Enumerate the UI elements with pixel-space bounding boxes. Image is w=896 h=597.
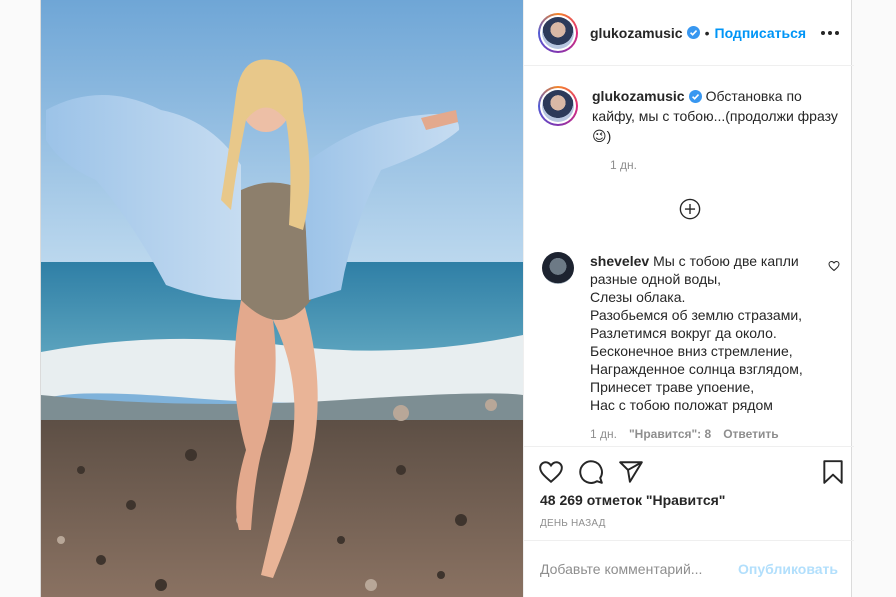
author-username[interactable]: glukozamusic <box>590 25 683 41</box>
verified-badge-icon <box>686 26 700 39</box>
publish-button[interactable]: Опубликовать <box>738 561 838 577</box>
caption-time[interactable]: 1 дн. <box>610 158 637 172</box>
comment-line: Принесет траве упоение, <box>590 379 755 395</box>
post-photo[interactable] <box>41 0 523 597</box>
author-line: glukozamusic • Подписаться <box>590 25 806 41</box>
avatar-image <box>542 90 574 122</box>
save-bookmark-icon[interactable] <box>820 459 846 485</box>
comment-line: Разобьемся об землю стразами, <box>590 307 803 323</box>
comment-item: shevelev Мы с тобою две капли разные одн… <box>538 252 840 443</box>
comment-line: разные одной воды, <box>590 271 722 287</box>
comment-input[interactable] <box>540 561 739 577</box>
caption-avatar[interactable] <box>538 86 578 126</box>
likes-count[interactable]: 48 269 отметок "Нравится" <box>540 492 725 508</box>
caption-username[interactable]: glukozamusic <box>592 88 685 104</box>
avatar-image <box>542 16 574 49</box>
comment-line: Мы с тобою две капли <box>653 253 799 269</box>
posted-time[interactable]: День назад <box>540 518 606 529</box>
comment-time[interactable]: 1 дн. <box>590 425 617 443</box>
post-header: glukozamusic • Подписаться <box>524 0 854 66</box>
separator-dot: • <box>704 24 710 41</box>
comment-username[interactable]: shevelev <box>590 253 649 269</box>
verified-badge-icon <box>688 90 702 103</box>
like-heart-icon[interactable] <box>538 459 564 485</box>
post-caption: glukozamusic Обстановка по кайфу, мы с то… <box>538 86 838 172</box>
comment-line: Нас с тобою положат рядом <box>590 397 773 413</box>
comment-meta: 1 дн. "Нравится": 8 Ответить <box>590 425 820 443</box>
comment-line: Бесконечное вниз стремление, <box>590 343 793 359</box>
share-send-icon[interactable] <box>618 459 644 485</box>
comment-bubble-icon[interactable] <box>578 459 604 485</box>
caption-body: glukozamusic Обстановка по кайфу, мы с то… <box>592 86 838 146</box>
load-more-comments-icon[interactable] <box>679 198 701 220</box>
post-actions <box>524 446 854 496</box>
beach-photo <box>41 0 523 597</box>
comment-line: Награжденное солнца взглядом, <box>590 361 803 377</box>
follow-button[interactable]: Подписаться <box>715 25 807 41</box>
more-options-icon[interactable] <box>820 23 840 43</box>
author-avatar[interactable] <box>538 12 578 53</box>
reply-button[interactable]: Ответить <box>723 425 778 443</box>
comment-line: Слезы облака. <box>590 289 686 305</box>
comment-line: Разлетимся вокруг да около. <box>590 325 777 341</box>
add-comment-form: Опубликовать <box>524 540 854 597</box>
instagram-post: glukozamusic • Подписаться glukozamusic О… <box>40 0 854 597</box>
comment-like-heart-icon[interactable] <box>828 260 840 272</box>
commenter-avatar[interactable] <box>542 252 574 284</box>
post-side-panel: glukozamusic • Подписаться glukozamusic О… <box>523 0 854 597</box>
comment-likes[interactable]: "Нравится": 8 <box>629 425 711 443</box>
comment-body: shevelev Мы с тобою две капли разные одн… <box>590 252 820 443</box>
